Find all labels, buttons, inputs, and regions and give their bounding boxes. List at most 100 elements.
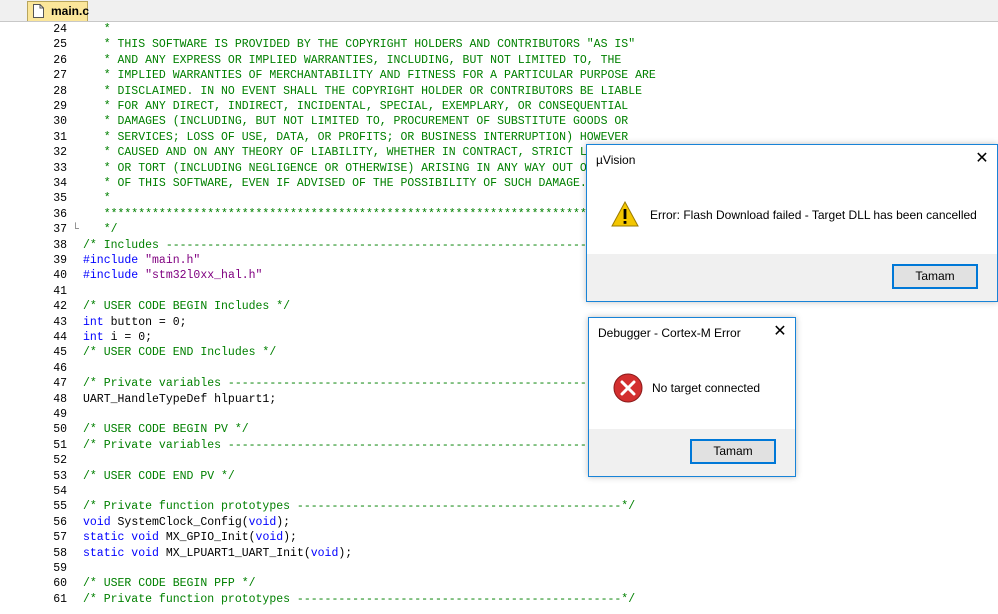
code-line: 30 * DAMAGES (INCLUDING, BUT NOT LIMITED… — [0, 114, 998, 129]
line-number: 34 — [53, 177, 67, 190]
code-token: void — [255, 531, 284, 545]
ok-button[interactable]: Tamam — [892, 264, 978, 289]
code-token: ); — [283, 531, 297, 545]
code-token: * IMPLIED WARRANTIES OF MERCHANTABILITY … — [83, 69, 656, 83]
dialog-footer: Tamam — [587, 254, 997, 301]
code-text: /* USER CODE END Includes */ — [83, 345, 276, 360]
code-token: * SERVICES; LOSS OF USE, DATA, OR PROFIT… — [83, 130, 629, 144]
line-number: 40 — [53, 269, 67, 283]
code-token: button = 0; — [103, 315, 187, 329]
code-token: /* Private function prototypes ---------… — [83, 500, 636, 514]
code-token: "stm32l0xx_hal.h" — [145, 269, 263, 283]
code-token: ****************************************… — [83, 207, 642, 221]
tab-label: main.c — [51, 4, 90, 18]
line-number: 29 — [53, 100, 67, 113]
close-icon[interactable]: ✕ — [971, 149, 993, 169]
code-line: 28 * DISCLAIMED. IN NO EVENT SHALL THE C… — [0, 84, 998, 99]
code-token: ); — [338, 546, 353, 560]
code-token: void — [83, 515, 111, 529]
code-token: * — [83, 23, 111, 36]
code-token: void — [310, 546, 339, 560]
warning-icon — [611, 201, 639, 227]
code-text: static void MX_LPUART1_UART_Init(void); — [83, 546, 352, 561]
line-number: 60 — [53, 577, 67, 591]
code-token: /* USER CODE BEGIN PV */ — [83, 423, 249, 437]
code-token: * DISCLAIMED. IN NO EVENT SHALL THE COPY… — [83, 84, 642, 98]
close-icon[interactable]: ✕ — [769, 322, 791, 342]
code-text: /* Private variables -------------------… — [83, 376, 635, 391]
line-number: 52 — [53, 454, 67, 468]
code-token: * CAUSED AND ON ANY THEORY OF LIABILITY,… — [83, 146, 649, 160]
code-token: * AND ANY EXPRESS OR IMPLIED WARRANTIES,… — [83, 53, 622, 67]
line-number: 50 — [53, 423, 67, 437]
code-text: * — [83, 22, 111, 37]
line-number: 59 — [53, 562, 67, 575]
dialog-message: No target connected — [652, 381, 761, 395]
code-text: /* USER CODE BEGIN PFP */ — [83, 576, 256, 591]
code-line: 55 /* Private function prototypes -------… — [0, 499, 998, 514]
code-line: 61 /* Private function prototypes -------… — [0, 592, 998, 607]
code-token: int — [83, 331, 104, 344]
code-text: * AND ANY EXPRESS OR IMPLIED WARRANTIES,… — [83, 53, 622, 68]
code-line: 60 /* USER CODE BEGIN PFP */ — [0, 576, 998, 591]
code-text: #include "main.h" — [83, 253, 200, 268]
code-line: 25 * THIS SOFTWARE IS PROVIDED BY THE CO… — [0, 37, 998, 52]
code-token: * OF THIS SOFTWARE, EVEN IF ADVISED OF T… — [83, 177, 587, 190]
line-number: 61 — [53, 592, 67, 606]
code-token: ); — [276, 515, 291, 529]
code-line: 24 * — [0, 22, 998, 37]
line-number: 38 — [53, 238, 67, 252]
code-text: * CAUSED AND ON ANY THEORY OF LIABILITY,… — [83, 145, 649, 160]
code-text: void SystemClock_Config(void); — [83, 515, 290, 530]
line-number: 35 — [53, 192, 67, 206]
code-text: /* USER CODE BEGIN Includes */ — [83, 299, 290, 314]
code-token: */ — [83, 223, 118, 237]
code-text: ****************************************… — [83, 207, 642, 222]
line-number: 26 — [53, 53, 67, 67]
code-token: static void — [83, 546, 159, 560]
code-token: /* Private variables -------------------… — [83, 438, 636, 452]
code-token: UART_HandleTypeDef hlpuart1; — [83, 392, 277, 406]
line-number: 47 — [53, 377, 67, 391]
code-token: /* Private variables -------------------… — [83, 377, 636, 391]
code-token: void — [248, 515, 277, 529]
code-text: * — [83, 191, 111, 206]
code-line: 48 UART_HandleTypeDef hlpuart1; — [0, 392, 998, 407]
code-text: */ — [83, 222, 118, 237]
line-number: 31 — [53, 130, 67, 144]
code-text: int button = 0; — [83, 315, 187, 330]
line-number: 32 — [53, 146, 67, 160]
line-number: 48 — [53, 392, 67, 406]
code-line: 43 int button = 0; — [0, 315, 998, 330]
code-text: /* USER CODE BEGIN PV */ — [83, 422, 249, 437]
ok-button[interactable]: Tamam — [690, 439, 776, 464]
code-line: 56 void SystemClock_Config(void); — [0, 515, 998, 530]
code-token: SystemClock_Config( — [110, 515, 249, 529]
code-token: * FOR ANY DIRECT, INDIRECT, INCIDENTAL, … — [83, 100, 629, 113]
line-number: 43 — [53, 315, 67, 329]
code-line: 49 — [0, 407, 998, 422]
code-text: * OF THIS SOFTWARE, EVEN IF ADVISED OF T… — [83, 176, 587, 191]
code-token: i = 0; — [103, 331, 153, 344]
code-line: 29 * FOR ANY DIRECT, INDIRECT, INCIDENTA… — [0, 99, 998, 114]
line-number: 25 — [53, 38, 67, 52]
code-text: /* Private function prototypes ---------… — [83, 592, 635, 607]
code-line: 45 /* USER CODE END Includes */ — [0, 345, 998, 360]
code-line: 54 — [0, 484, 998, 499]
code-editor[interactable]: 24 * 25 * THIS SOFTWARE IS PROVIDED BY TH… — [0, 22, 998, 614]
code-text: * THIS SOFTWARE IS PROVIDED BY THE COPYR… — [83, 37, 635, 52]
code-text: * SERVICES; LOSS OF USE, DATA, OR PROFIT… — [83, 130, 629, 145]
code-line: 47 /* Private variables -----------------… — [0, 376, 998, 391]
uvision-error-dialog: µVision ✕ Error: Flash Download failed -… — [586, 144, 998, 302]
code-line: 46 — [0, 361, 998, 376]
editor-tab-bar: main.c — [0, 0, 998, 22]
code-text: int i = 0; — [83, 330, 152, 345]
code-token: static void — [83, 531, 159, 545]
code-token: /* Private function prototypes ---------… — [83, 592, 636, 606]
line-number: 42 — [53, 300, 67, 314]
debugger-error-dialog: Debugger - Cortex-M Error ✕ No target co… — [588, 317, 796, 477]
code-token: "main.h" — [145, 254, 201, 267]
code-line: 58 static void MX_LPUART1_UART_Init(void)… — [0, 546, 998, 561]
dialog-message: Error: Flash Download failed - Target DL… — [650, 208, 977, 222]
tab-main-c[interactable]: main.c — [27, 1, 90, 21]
